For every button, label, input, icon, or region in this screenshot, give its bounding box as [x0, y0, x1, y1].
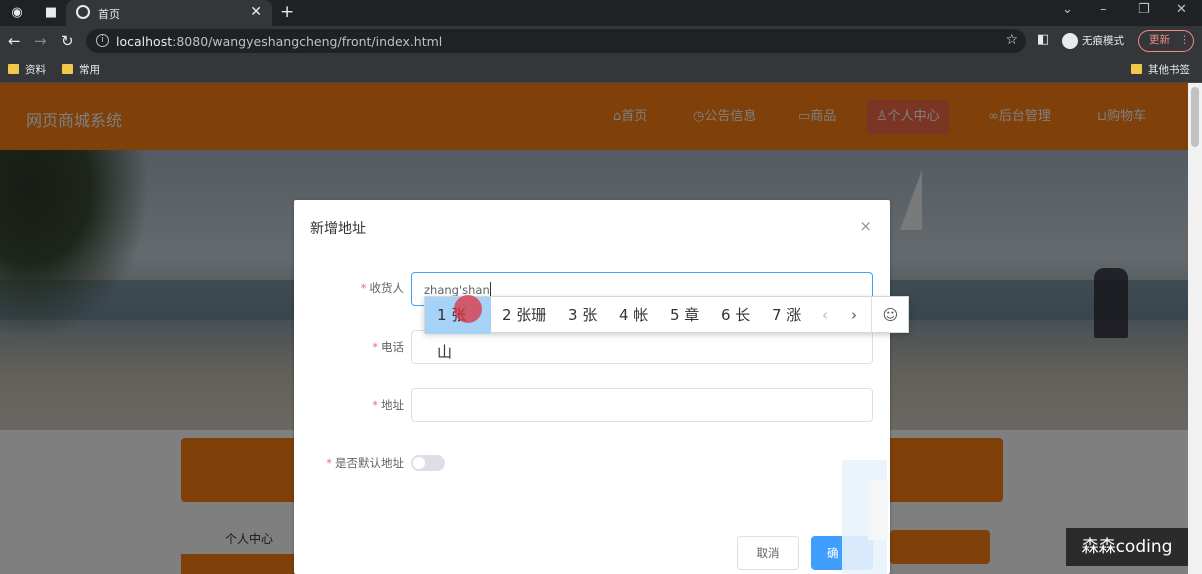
folder-icon: [1131, 64, 1142, 74]
address-bar[interactable]: i localhost:8080/wangyeshangcheng/front/…: [86, 29, 1026, 53]
site-info-icon[interactable]: i: [96, 34, 109, 47]
tab-square-icon[interactable]: ■: [42, 4, 60, 22]
tab-globe-icon[interactable]: ◉: [8, 4, 26, 22]
mouse-click-indicator: [454, 295, 482, 323]
browser-titlebar: ◉ ■ 首页 ✕ + ⌄ – ❐ ✕: [0, 0, 1202, 26]
ime-prev-icon[interactable]: ‹: [822, 297, 828, 334]
phone-label: * 电话: [372, 340, 404, 354]
page-scrollbar[interactable]: [1188, 83, 1202, 574]
update-button[interactable]: 更新 ⋮: [1138, 30, 1194, 52]
cancel-button[interactable]: 取消: [737, 536, 799, 570]
browser-tab-active[interactable]: 首页 ✕: [66, 0, 272, 26]
incognito-indicator[interactable]: 无痕模式: [1062, 33, 1124, 49]
tab-title: 首页: [98, 8, 120, 21]
browser-toolbar: ← → ↻ i localhost:8080/wangyeshangcheng/…: [0, 26, 1202, 56]
incognito-icon: [1062, 33, 1078, 49]
dialog-title: 新增地址: [310, 221, 366, 237]
ime-candidate[interactable]: 6 长: [721, 297, 750, 334]
ime-candidate[interactable]: 2 张珊: [502, 297, 546, 334]
ime-candidate[interactable]: 7 涨: [772, 297, 801, 334]
phone-input[interactable]: [411, 330, 873, 364]
default-address-switch[interactable]: [411, 455, 445, 471]
url-text: localhost:8080/wangyeshangcheng/front/in…: [116, 34, 443, 49]
reload-icon[interactable]: ↻: [61, 32, 74, 50]
emoji-icon[interactable]: ☺: [871, 297, 909, 334]
other-bookmarks[interactable]: 其他书签: [1131, 62, 1190, 77]
tab-search-icon[interactable]: ⌄: [1062, 2, 1073, 17]
globe-icon: [76, 5, 90, 19]
new-tab-button[interactable]: +: [280, 2, 294, 22]
switch-knob: [413, 457, 425, 469]
default-address-label: * 是否默认地址: [326, 456, 404, 470]
restore-icon[interactable]: ❐: [1138, 2, 1150, 17]
add-address-dialog: 新增地址 × * 收货人 zhang'shan * 电话 * 地址 * 是否默认地址 取…: [294, 200, 890, 574]
ime-next-icon[interactable]: ›: [851, 297, 857, 334]
close-icon[interactable]: ×: [859, 217, 872, 235]
bookmark-star-icon[interactable]: ☆: [1005, 32, 1018, 48]
bookmarks-bar: 资料 常用 其他书签: [0, 56, 1202, 83]
back-icon[interactable]: ←: [8, 32, 21, 50]
ime-candidate[interactable]: 5 章: [670, 297, 699, 334]
consignee-label: * 收货人: [360, 281, 404, 295]
address-label: * 地址: [372, 398, 404, 412]
ime-candidate-bar: 1 张山 2 张珊 3 张 4 帐 5 章 6 长 7 涨 ‹ › ☺: [424, 296, 909, 361]
ime-candidate[interactable]: 4 帐: [619, 297, 648, 334]
tab-close-icon[interactable]: ✕: [250, 4, 262, 20]
bookmark-folder-1[interactable]: 常用: [62, 62, 100, 77]
side-panel-icon[interactable]: ◧: [1037, 32, 1049, 47]
scrollbar-thumb[interactable]: [1191, 87, 1199, 147]
video-watermark: 森森coding: [1066, 528, 1188, 566]
minimize-icon[interactable]: –: [1100, 2, 1107, 17]
render-artifact: [868, 480, 888, 540]
folder-icon: [8, 64, 19, 74]
address-input[interactable]: [411, 388, 873, 422]
ime-candidate[interactable]: 3 张: [568, 297, 597, 334]
close-window-icon[interactable]: ✕: [1176, 2, 1187, 17]
folder-icon: [62, 64, 73, 74]
bookmark-folder-0[interactable]: 资料: [8, 62, 46, 77]
forward-icon[interactable]: →: [34, 32, 47, 50]
